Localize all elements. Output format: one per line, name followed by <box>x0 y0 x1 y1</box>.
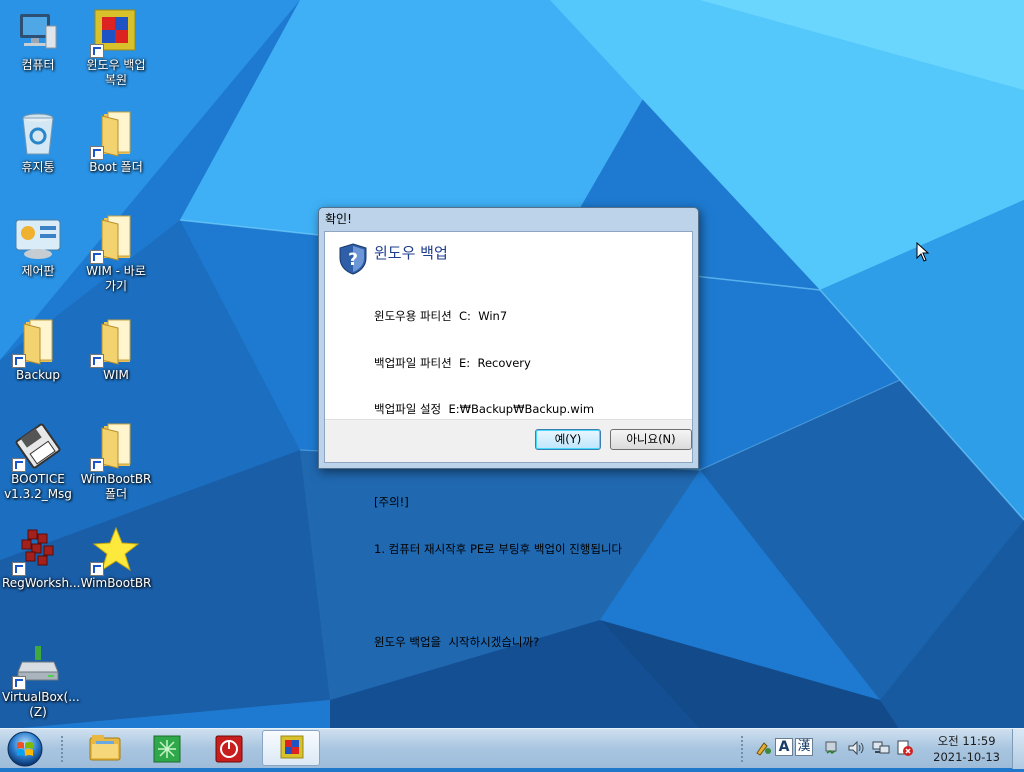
shield-question-icon: ? <box>339 243 367 275</box>
network-icon[interactable] <box>872 739 890 757</box>
shortcut-arrow-icon <box>90 146 104 160</box>
desktop-icon-wimbootbr[interactable]: WimBootBR <box>80 526 152 591</box>
desktop-icon-recycle-bin[interactable]: 휴지통 <box>2 110 74 175</box>
floppy-disk-icon <box>12 422 62 472</box>
taskbar-windows-backup-active[interactable] <box>262 730 320 766</box>
ime-tool-icon[interactable] <box>755 739 773 757</box>
desktop-icon-label: 휴지통 <box>21 160 55 174</box>
shortcut-arrow-icon <box>12 354 26 368</box>
shortcut-arrow-icon <box>12 562 26 576</box>
taskbar-explorer[interactable] <box>82 732 128 766</box>
shortcut-arrow-icon <box>12 676 26 690</box>
dialog-message-line: [주의!] <box>374 495 409 509</box>
desktop-icon-wim[interactable]: WIM <box>80 318 152 383</box>
ime-hanja-indicator[interactable]: 漢 <box>795 738 813 756</box>
clock-date: 2021-10-13 <box>933 750 1000 764</box>
star-icon <box>90 526 140 576</box>
taskbar-grip[interactable] <box>60 735 64 763</box>
control-panel-icon <box>14 214 62 262</box>
recycle-bin-icon <box>14 110 62 158</box>
desktop-icon-label: BOOTICE v1.3.2_Msg <box>4 472 72 501</box>
dialog-content: ? 윈도우 백업 윈도우용 파티션 C: Win7 백업파일 파티션 E: Re… <box>324 231 693 649</box>
network-drive-icon <box>12 640 62 690</box>
system-clock[interactable]: 오전 11:59 2021-10-13 <box>933 733 1000 765</box>
desktop-icon-label: RegWorksh... <box>2 576 81 590</box>
dialog-message-line: 백업파일 파티션 E: Recovery <box>374 355 531 370</box>
confirm-dialog: 확인! ? 윈도우 백업 윈도우용 파티션 C: Win7 백업파일 파티션 E… <box>318 207 699 649</box>
desktop-icon-bootice[interactable]: BOOTICE v1.3.2_Msg <box>2 422 74 502</box>
dialog-message-line: 백업파일 설정 E:₩Backup₩Backup.wim <box>374 402 595 416</box>
shortcut-arrow-icon <box>90 250 104 264</box>
desktop-icon-wimbootbr-folder[interactable]: WimBootBR 폴더 <box>80 422 152 502</box>
desktop-icon-label: 컴퓨터 <box>21 58 55 72</box>
registry-cubes-icon <box>12 526 62 576</box>
folder-icon <box>90 318 140 368</box>
dialog-message-line: 1. 컴퓨터 재시작후 PE로 부팅후 백업이 진행됩니다 <box>374 541 623 556</box>
desktop-icon-control-panel[interactable]: 제어판 <box>2 214 74 279</box>
shortcut-arrow-icon <box>90 354 104 368</box>
dialog-title: 확인! <box>325 212 352 226</box>
svg-text:?: ? <box>348 250 358 270</box>
shortcut-arrow-icon <box>90 44 104 58</box>
desktop-icon-label: Backup <box>16 368 60 382</box>
backup-restore-app-icon <box>90 8 140 58</box>
explorer-folder-icon <box>89 735 121 761</box>
power-icon <box>215 735 243 763</box>
dialog-message-line <box>374 588 622 604</box>
shortcut-arrow-icon <box>12 458 26 472</box>
desktop-icon-computer[interactable]: 컴퓨터 <box>2 8 74 73</box>
tray-grip[interactable] <box>740 735 744 763</box>
yes-button[interactable]: 예(Y) <box>535 429 601 450</box>
backup-restore-app-icon <box>280 735 304 759</box>
shortcut-arrow-icon <box>90 562 104 576</box>
dialog-message: 윈도우용 파티션 C: Win7 백업파일 파티션 E: Recovery 백업… <box>374 278 622 681</box>
desktop-icon-windows-backup-restore[interactable]: 윈도우 백업 복원 <box>80 8 152 88</box>
desktop-icon-boot-folder[interactable]: Boot 폴더 <box>80 110 152 175</box>
dialog-message-line: 윈도우 백업을 시작하시겠습니까? <box>374 634 540 649</box>
folder-icon <box>12 318 62 368</box>
green-app-icon <box>153 735 181 763</box>
desktop-icon-backup[interactable]: Backup <box>2 318 74 383</box>
taskbar-app-power[interactable] <box>206 732 252 766</box>
desktop-icon-virtualbox[interactable]: VirtualBox(... (Z) <box>2 640 80 720</box>
mouse-cursor-icon <box>916 242 930 262</box>
taskbar-app-green[interactable] <box>144 732 190 766</box>
volume-icon[interactable] <box>847 739 865 757</box>
desktop-icon-label: WimBootBR <box>80 576 152 590</box>
computer-icon <box>14 8 62 56</box>
start-button[interactable] <box>6 730 44 768</box>
dialog-button-bar: 예(Y) 아니요(N) <box>325 419 692 462</box>
folder-icon <box>90 214 140 264</box>
dialog-heading: 윈도우 백업 <box>374 244 448 262</box>
desktop-icon-wim-shortcut[interactable]: WIM - 바로 가기 <box>80 214 152 294</box>
no-button[interactable]: 아니요(N) <box>610 429 692 450</box>
safely-remove-hardware-icon[interactable] <box>822 739 840 757</box>
desktop-icon-label: WIM - 바로 가기 <box>86 264 146 293</box>
desktop-icon-label: WimBootBR 폴더 <box>80 472 152 501</box>
desktop-icon-regworkshop[interactable]: RegWorksh... <box>2 526 81 591</box>
folder-icon <box>90 110 140 160</box>
action-center-alert-icon[interactable] <box>896 739 914 757</box>
dialog-message-line: 윈도우용 파티션 C: Win7 <box>374 309 508 323</box>
shortcut-arrow-icon <box>90 458 104 472</box>
desktop-icon-label: 제어판 <box>21 264 55 278</box>
desktop-icon-label: 윈도우 백업 복원 <box>86 58 146 87</box>
ime-mode-indicator[interactable]: A <box>775 738 793 756</box>
windows-orb-icon <box>7 731 43 767</box>
desktop-icon-label: VirtualBox(... (Z) <box>2 690 80 719</box>
desktop-icon-label: Boot 폴더 <box>89 160 143 174</box>
taskbar: A 漢 오전 11:59 2021-10-13 <box>0 728 1024 769</box>
show-desktop-button[interactable] <box>1012 729 1024 769</box>
clock-time: 오전 11:59 <box>937 734 996 748</box>
folder-icon <box>90 422 140 472</box>
desktop-icon-label: WIM <box>103 368 129 382</box>
